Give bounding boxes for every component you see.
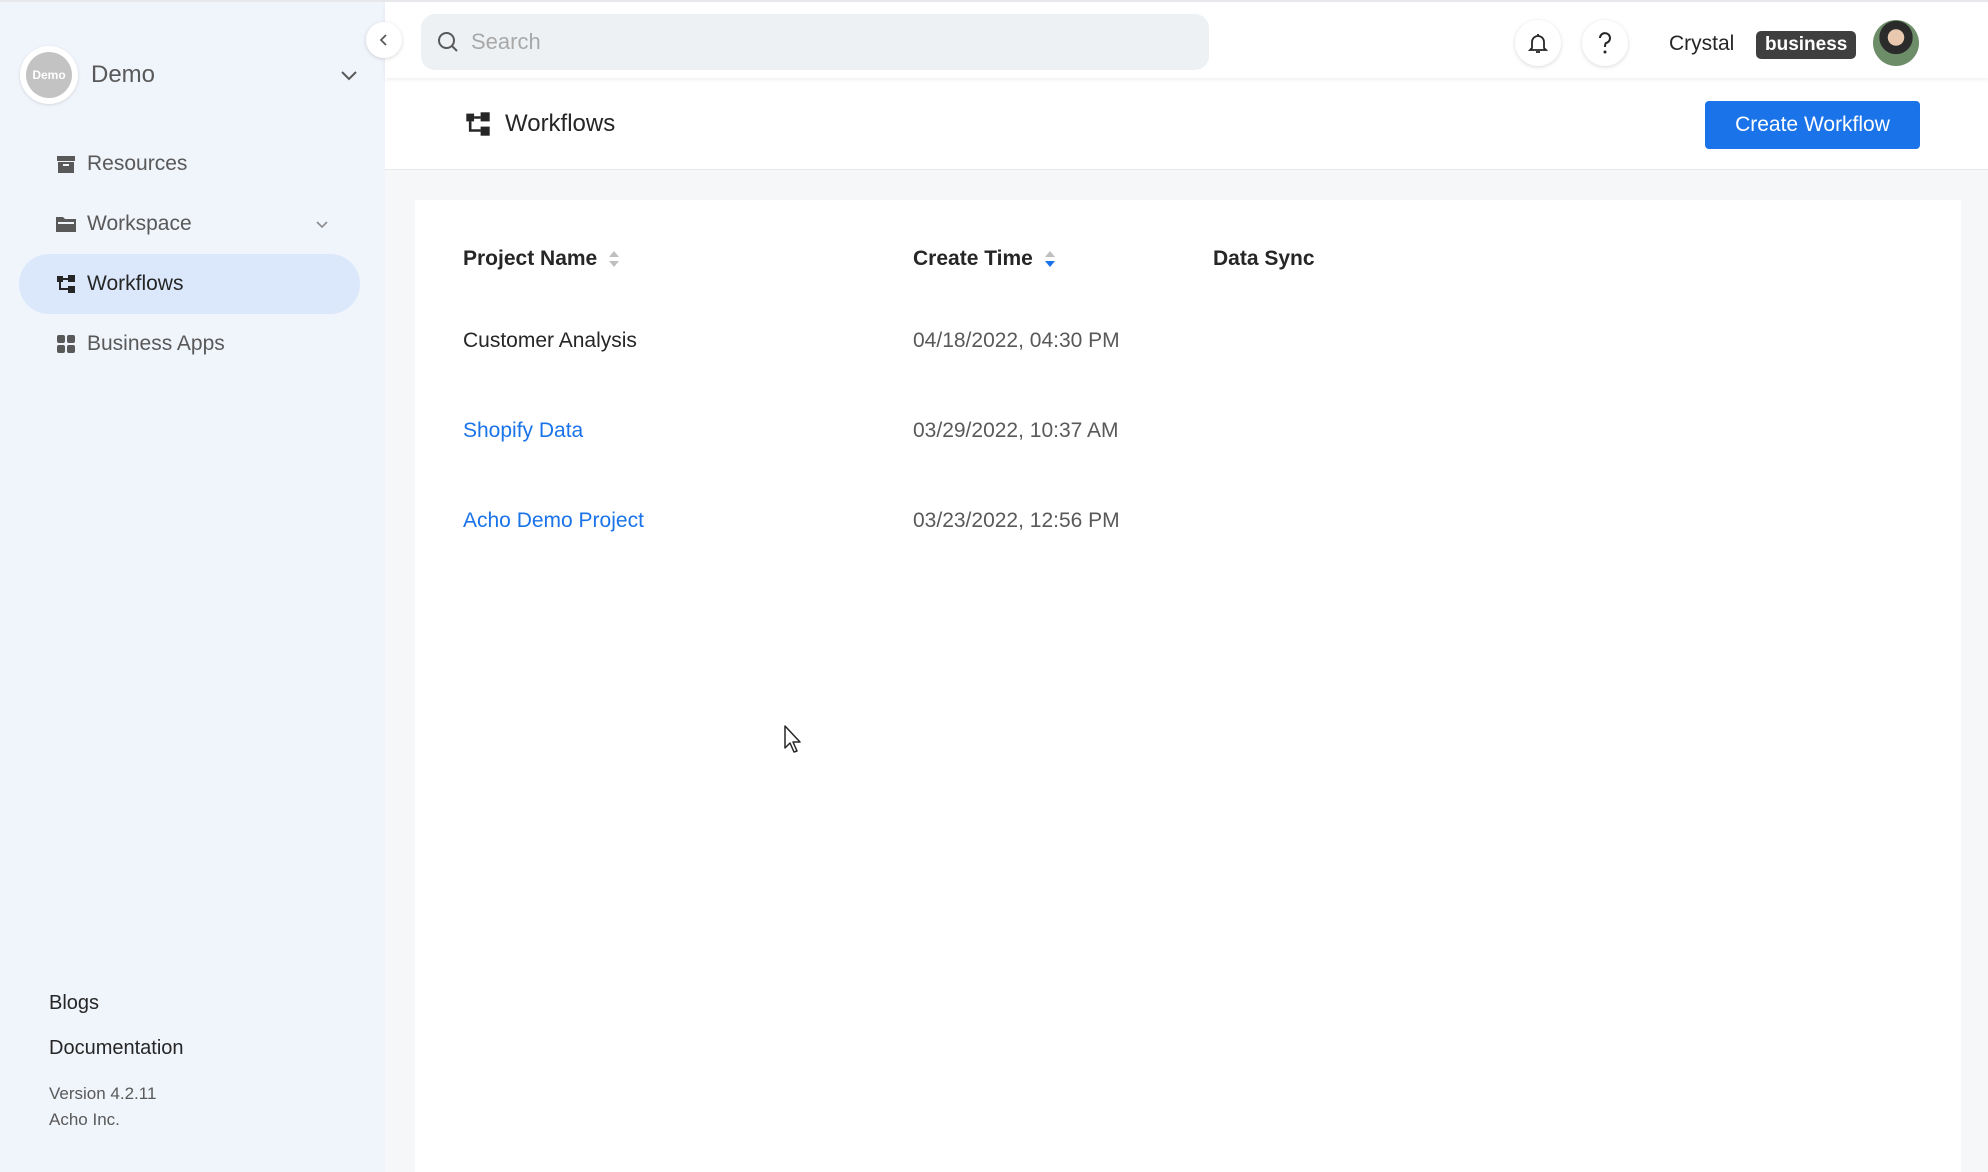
sort-icon[interactable] [1043,249,1057,269]
page-header: Workflows Create Workflow [385,78,1988,170]
sidebar-item-label: Workspace [87,212,192,235]
chevron-down-icon [341,71,357,81]
column-header-data-sync: Data Sync [1213,247,1513,271]
org-switcher[interactable]: Demo Demo [20,46,365,104]
org-logo: Demo [20,46,78,104]
create-workflow-button[interactable]: Create Workflow [1705,101,1920,149]
create-time: 04/18/2022, 04:30 PM [913,329,1120,352]
user-name: Crystal [1669,32,1735,55]
table-row[interactable]: Customer Analysis 04/18/2022, 04:30 PM [463,296,1913,386]
bell-icon [1527,34,1549,53]
blogs-link[interactable]: Blogs [49,992,184,1016]
company-text: Acho Inc. [49,1110,120,1129]
sidebar-item-workspace[interactable]: Workspace [19,194,360,254]
project-name-link[interactable]: Acho Demo Project [463,509,644,532]
table-body: Customer Analysis 04/18/2022, 04:30 PM S… [463,296,1913,566]
search-bar[interactable] [421,14,1209,70]
column-header-label: Create Time [913,247,1033,270]
table-row[interactable]: Acho Demo Project 03/23/2022, 12:56 PM [463,476,1913,566]
sidebar-item-resources[interactable]: Resources [19,134,360,194]
plan-badge: business [1756,31,1857,59]
workflows-table: Project Name Create Time Data Sync Custo… [463,240,1913,566]
column-header-create-time[interactable]: Create Time [913,247,1213,271]
org-name: Demo [91,61,156,88]
help-button[interactable] [1582,20,1628,66]
sidebar-footer: Blogs Documentation Version 4.2.11 Acho … [49,992,184,1132]
column-header-label: Data Sync [1213,247,1315,270]
workflow-icon [55,273,77,295]
project-name[interactable]: Customer Analysis [463,329,637,352]
create-time: 03/23/2022, 12:56 PM [913,509,1120,532]
org-logo-text: Demo [26,52,72,98]
sidebar-item-label: Resources [87,152,188,175]
search-icon [438,32,458,52]
avatar[interactable] [1873,20,1919,66]
workflows-card: Project Name Create Time Data Sync Custo… [415,200,1961,1172]
sidebar-item-label: Business Apps [87,332,225,355]
table-header: Project Name Create Time Data Sync [463,240,1913,278]
sort-icon[interactable] [607,249,621,269]
column-header-project-name[interactable]: Project Name [463,247,913,271]
folder-icon [55,213,77,235]
search-input[interactable] [471,29,1209,55]
sidebar-nav: Resources Workspace Workflows Business A… [19,134,360,374]
version-text: Version 4.2.11 [49,1084,157,1103]
app-root: Demo Demo Resources Workspace Workflows … [0,0,1988,1172]
workflow-icon [466,112,490,136]
documentation-link[interactable]: Documentation [49,1037,184,1061]
chevron-left-icon [379,34,387,46]
column-header-label: Project Name [463,247,598,270]
project-name-link[interactable]: Shopify Data [463,419,583,442]
archive-icon [55,153,77,175]
create-time: 03/29/2022, 10:37 AM [913,419,1119,442]
page-title: Workflows [505,110,616,137]
mouse-cursor-icon [784,725,801,753]
table-row[interactable]: Shopify Data 03/29/2022, 10:37 AM [463,386,1913,476]
sidebar: Demo Demo Resources Workspace Workflows … [0,0,385,1172]
page-title-group: Workflows [465,110,615,138]
sidebar-item-workflows[interactable]: Workflows [19,254,360,314]
help-icon [1599,32,1611,54]
top-header: Crystal business [385,0,1988,78]
sidebar-item-business-apps[interactable]: Business Apps [19,314,360,374]
sidebar-item-label: Workflows [87,272,184,295]
notifications-button[interactable] [1515,20,1561,66]
collapse-sidebar-button[interactable] [366,22,402,58]
apps-grid-icon [55,333,77,355]
chevron-down-icon[interactable] [314,216,330,232]
